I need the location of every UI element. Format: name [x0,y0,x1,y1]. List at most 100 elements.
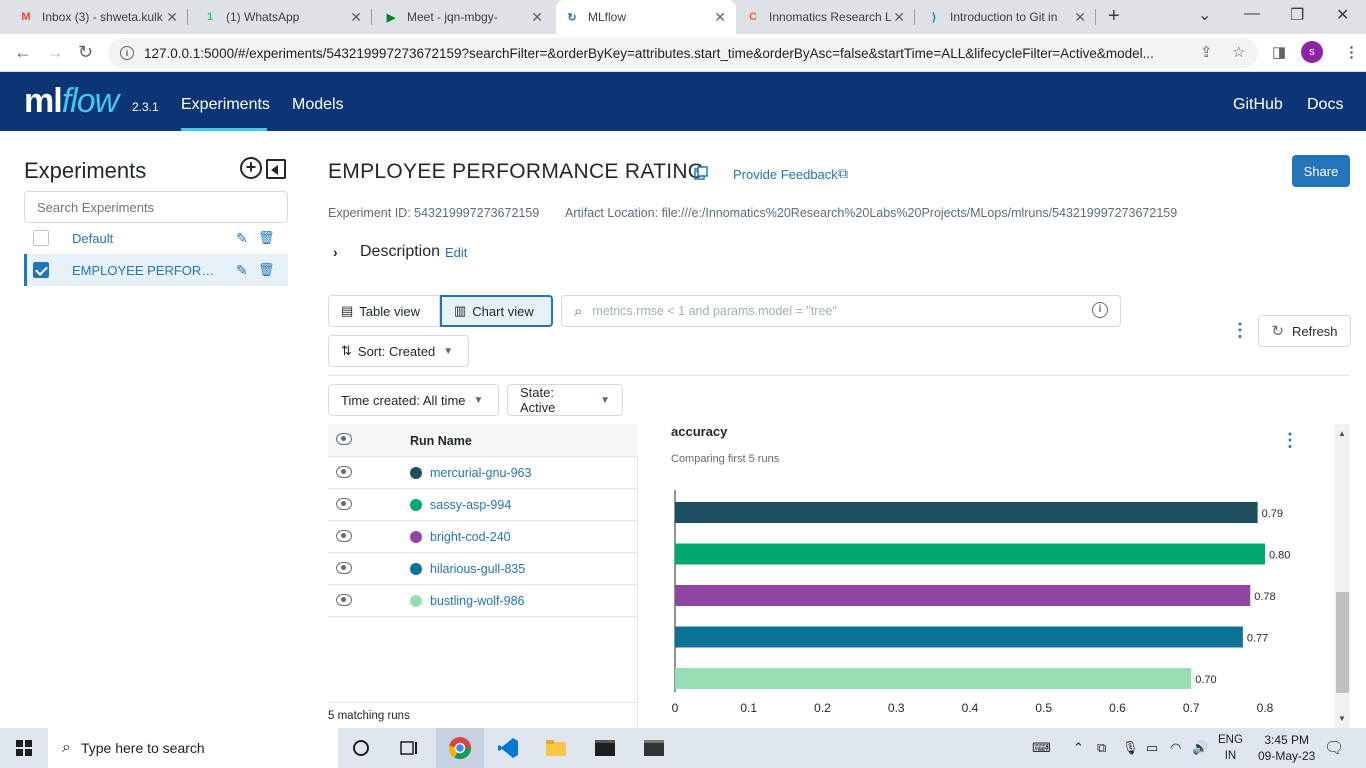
close-tab-icon[interactable]: ✕ [893,9,905,26]
run-name-link[interactable]: sassy-asp-994 [430,498,511,512]
chrome-taskbar-button[interactable] [436,728,484,768]
close-tab-icon[interactable]: ✕ [531,9,543,26]
run-color-dot[interactable] [410,563,422,575]
tray-chevron-up-icon[interactable]: ⌃ [1073,740,1084,756]
experiment-checkbox[interactable] [33,262,49,278]
close-tab-icon[interactable]: ✕ [1074,9,1086,26]
more-options-icon[interactable]: ⋮ [1231,321,1249,339]
time-created-dropdown[interactable]: Time created: All time ▼ [328,384,499,416]
visibility-eye-icon[interactable] [336,562,352,574]
browser-tab[interactable]: ⟩ Introduction to Git in ✕ [918,0,1096,34]
visibility-eye-icon[interactable] [336,594,352,606]
bar-hilarious-gull-835[interactable] [675,626,1243,648]
windows-start-icon[interactable] [16,740,32,756]
add-experiment-icon[interactable]: + [240,157,262,179]
collapse-sidebar-icon[interactable] [266,159,286,179]
external-link-icon[interactable]: ⧉ [838,165,848,182]
refresh-button[interactable]: ↻ Refresh [1258,315,1351,347]
description-toggle[interactable]: Description [360,243,440,261]
run-color-dot[interactable] [410,499,422,511]
visibility-eye-icon[interactable] [336,530,352,542]
table-view-button[interactable]: ▤ Table view [328,295,440,327]
mlflow-logo[interactable]: mlflow [24,82,119,121]
back-icon[interactable]: ← [14,42,32,63]
sort-dropdown[interactable]: ⇅ Sort: Created ▼ [328,335,469,367]
experiment-name[interactable]: EMPLOYEE PERFORMANCE RATING [72,263,224,278]
notifications-icon[interactable]: 🗨 [1324,738,1344,758]
run-name-link[interactable]: mercurial-gnu-963 [430,466,531,480]
share-page-icon[interactable]: ⇪ [1200,43,1213,61]
chart-view-button[interactable]: ▥ Chart view [440,295,553,327]
scroll-down-icon[interactable]: ▼ [1338,714,1346,723]
table-row[interactable]: bustling-wolf-986 [328,585,638,617]
url-field[interactable]: i 127.0.0.1:5000/#/experiments/543219997… [108,38,1258,68]
maximize-icon[interactable]: ❐ [1290,5,1304,25]
table-row[interactable]: mercurial-gnu-963 [328,457,638,489]
search-help-icon[interactable]: i [1092,302,1108,318]
run-name-link[interactable]: hilarious-gull-835 [430,562,525,576]
bookmark-star-icon[interactable]: ☆ [1232,43,1245,61]
runs-search-field[interactable]: ⌕ metrics.rmse < 1 and params.model = "t… [561,295,1121,327]
terminal-2-icon[interactable] [642,736,666,760]
experiment-item-default[interactable]: Default ✎ 🗑 [24,222,288,254]
taskbar-search[interactable]: ⌕ Type here to search [48,728,338,768]
browser-tab[interactable]: M Inbox (3) - shweta.kulk ✕ [10,0,188,34]
run-name-column-header[interactable]: Run Name [410,434,472,448]
chart-options-icon[interactable]: ⋮ [1281,431,1299,449]
visibility-toggle-all-icon[interactable] [336,433,352,445]
file-explorer-icon[interactable] [544,736,568,760]
experiment-name[interactable]: Default [72,231,224,246]
wifi-icon[interactable]: ◠ [1170,740,1181,756]
visibility-eye-icon[interactable] [336,466,352,478]
table-row[interactable]: bright-cod-240 [328,521,638,553]
close-tab-icon[interactable]: ✕ [714,9,726,26]
network-icon[interactable]: ⧉ [1097,740,1106,756]
language-indicator[interactable]: ENG IN [1218,732,1243,764]
minimize-icon[interactable]: — [1244,5,1260,23]
mic-icon[interactable]: 🎙 [1122,740,1139,756]
volume-icon[interactable]: 🔊 [1192,740,1208,756]
experiment-checkbox[interactable] [33,230,49,246]
nav-models[interactable]: Models [292,96,344,114]
run-name-link[interactable]: bustling-wolf-986 [430,594,525,608]
site-info-icon[interactable]: i [120,46,134,60]
state-dropdown[interactable]: State: Active ▼ [507,384,623,416]
bar-mercurial-gnu-963[interactable] [675,502,1258,523]
system-clock[interactable]: 3:45 PM 09-May-23 [1258,732,1315,764]
task-view-icon[interactable] [397,736,421,760]
side-panel-icon[interactable]: ◨ [1272,43,1286,61]
browser-tab[interactable]: C Innomatics Research L ✕ [737,0,915,34]
reload-icon[interactable]: ↻ [78,42,93,63]
delete-trash-icon[interactable]: 🗑 [258,262,275,278]
scroll-up-icon[interactable]: ▲ [1338,429,1346,438]
nav-github[interactable]: GitHub [1233,96,1283,114]
delete-trash-icon[interactable]: 🗑 [258,230,275,246]
nav-docs[interactable]: Docs [1307,96,1343,114]
bar-sassy-asp-994[interactable] [675,543,1265,565]
experiment-search-input[interactable] [24,191,288,223]
bar-bustling-wolf-986[interactable] [675,668,1192,689]
close-tab-icon[interactable]: ✕ [166,9,178,26]
edit-pencil-icon[interactable]: ✎ [236,230,248,247]
run-color-dot[interactable] [410,467,422,479]
share-button[interactable]: Share [1292,155,1350,187]
run-color-dot[interactable] [410,531,422,543]
url-text[interactable]: 127.0.0.1:5000/#/experiments/54321999727… [144,46,1189,61]
edit-pencil-icon[interactable]: ✎ [236,262,248,279]
provide-feedback-link[interactable]: Provide Feedback [733,167,838,182]
terminal-icon[interactable] [593,736,617,760]
chevron-right-icon[interactable]: › [333,244,338,260]
table-row[interactable]: hilarious-gull-835 [328,553,638,585]
table-row[interactable]: sassy-asp-994 [328,489,638,521]
run-name-link[interactable]: bright-cod-240 [430,530,511,544]
new-tab-button[interactable]: + [1108,5,1120,28]
browser-tab[interactable]: 1 (1) WhatsApp ✕ [194,0,372,34]
visibility-eye-icon[interactable] [336,498,352,510]
nav-experiments[interactable]: Experiments [181,96,270,114]
browser-tab[interactable]: ▶ Meet - jqn-mbgy- ✕ [375,0,553,34]
browser-tab[interactable]: ↻ MLflow ✕ [556,0,736,34]
close-window-icon[interactable]: ✕ [1336,5,1349,25]
experiment-item-employee-performance[interactable]: EMPLOYEE PERFORMANCE RATING ✎ 🗑 [24,254,288,286]
browser-menu-icon[interactable]: ⋮ [1344,43,1359,61]
bar-bright-cod-240[interactable] [675,585,1251,606]
